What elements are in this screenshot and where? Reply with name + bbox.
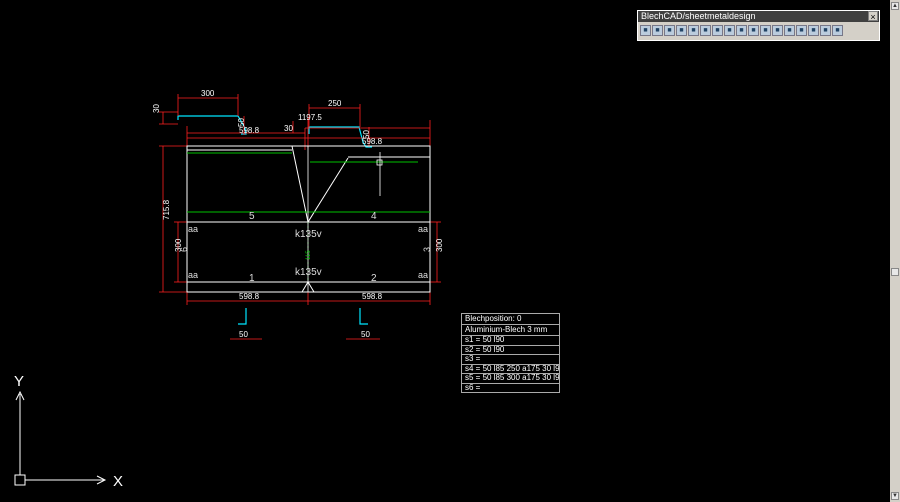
label-3: 3 — [422, 247, 432, 252]
dimension-texts: 300 250 30 30 50 50 1197.5 598.8 598.8 7… — [152, 89, 444, 339]
dim-bottom-598-right: 598.8 — [362, 292, 383, 301]
scroll-down-icon[interactable]: ▼ — [891, 492, 899, 500]
dim-center-vertical: 115 — [306, 250, 312, 260]
rotate-icon[interactable]: ■ — [664, 25, 675, 36]
cut-icon[interactable]: ■ — [760, 25, 771, 36]
shield-icon[interactable]: ■ — [712, 25, 723, 36]
dim-top-left: 300 — [201, 89, 215, 98]
info-row: s3 = — [462, 355, 559, 365]
ucs-y-label: Y — [14, 373, 24, 390]
label-2: 2 — [371, 273, 377, 284]
info-row: s6 = — [465, 383, 481, 392]
dim-left-30: 30 — [152, 104, 161, 113]
dim-right-300: 300 — [435, 238, 444, 252]
label-aa-tl: aa — [188, 224, 198, 234]
top-dimension-lines — [159, 94, 441, 340]
refresh-icon[interactable]: ■ — [676, 25, 687, 36]
vertical-scrollbar[interactable]: ▲ ▼ — [890, 0, 900, 502]
scroll-thumb[interactable] — [891, 268, 899, 276]
info-row: Blechposition: 0 — [462, 314, 559, 325]
chair-icon[interactable]: ■ — [736, 25, 747, 36]
label-aa-bl: aa — [188, 270, 198, 280]
list-icon[interactable]: ■ — [820, 25, 831, 36]
dim-bottom-598-left: 598.8 — [239, 292, 260, 301]
dim-top-right: 250 — [328, 99, 342, 108]
toolbar-buttons: ■ ■ ■ ■ ■ ■ ■ ■ ■ ■ ■ ■ ■ ■ ■ ■ ■ — [638, 22, 879, 39]
file-icon[interactable]: ■ — [640, 25, 651, 36]
label-6: 6 — [179, 247, 189, 252]
sheet-info-table: Blechposition: 0 Aluminium-Blech 3 mm s1 =… — [461, 313, 560, 393]
dim-bottom-50-right: 50 — [361, 330, 370, 339]
open-icon[interactable]: ■ — [652, 25, 663, 36]
table-icon[interactable]: ■ — [748, 25, 759, 36]
drawing-canvas[interactable]: 300 250 30 30 50 50 1197.5 598.8 598.8 7… — [0, 0, 890, 502]
ucs-icon — [14, 390, 107, 486]
info-row: s1 = 50 l90 — [462, 336, 559, 346]
toolbar-title[interactable]: BlechCAD/sheetmetaldesign × — [638, 11, 879, 22]
top-profile-left — [177, 115, 247, 135]
label-k-lower: k135v — [295, 267, 322, 278]
dim-bottom-50-left: 50 — [239, 330, 248, 339]
bottom-flange-symbols — [238, 308, 368, 325]
label-aa-tr: aa — [418, 224, 428, 234]
label-k-upper: k135v — [295, 229, 322, 240]
dim-mid-30: 30 — [284, 124, 293, 133]
dim-left-715: 715.8 — [162, 199, 171, 220]
dim-598-top-right: 598.8 — [362, 137, 383, 146]
settings-icon[interactable]: ■ — [832, 25, 843, 36]
bend-icon[interactable]: ■ — [700, 25, 711, 36]
info-row: s5 = 50 l85 300 a175 30 l90 — [462, 374, 559, 384]
dim-overall: 1197.5 — [298, 113, 322, 122]
scroll-up-icon[interactable]: ▲ — [891, 2, 899, 10]
close-icon[interactable]: × — [868, 11, 878, 22]
flag-icon[interactable]: ■ — [772, 25, 783, 36]
info-row: Aluminium-Blech 3 mm — [462, 325, 559, 336]
print-icon[interactable]: ■ — [796, 25, 807, 36]
ucs-x-label: X — [113, 473, 123, 490]
export-icon[interactable]: ■ — [784, 25, 795, 36]
label-1: 1 — [249, 273, 255, 284]
dim-598-top-left: 598.8 — [239, 126, 260, 135]
label-aa-br: aa — [418, 270, 428, 280]
layers-icon[interactable]: ■ — [724, 25, 735, 36]
toolbar-title-text: BlechCAD/sheetmetaldesign — [641, 11, 756, 21]
info-row: s4 = 50 l85 250 a175 30 l90 — [462, 365, 559, 374]
scissors-icon[interactable]: ■ — [688, 25, 699, 36]
label-4: 4 — [371, 211, 377, 222]
doc-icon[interactable]: ■ — [808, 25, 819, 36]
blechcad-toolbar[interactable]: BlechCAD/sheetmetaldesign × ■ ■ ■ ■ ■ ■ ■ ■ ■ ■ ■ ■… — [637, 10, 880, 41]
info-row: s2 = 50 l90 — [462, 346, 559, 355]
label-5: 5 — [249, 211, 255, 222]
bend-lines-green — [187, 152, 430, 282]
